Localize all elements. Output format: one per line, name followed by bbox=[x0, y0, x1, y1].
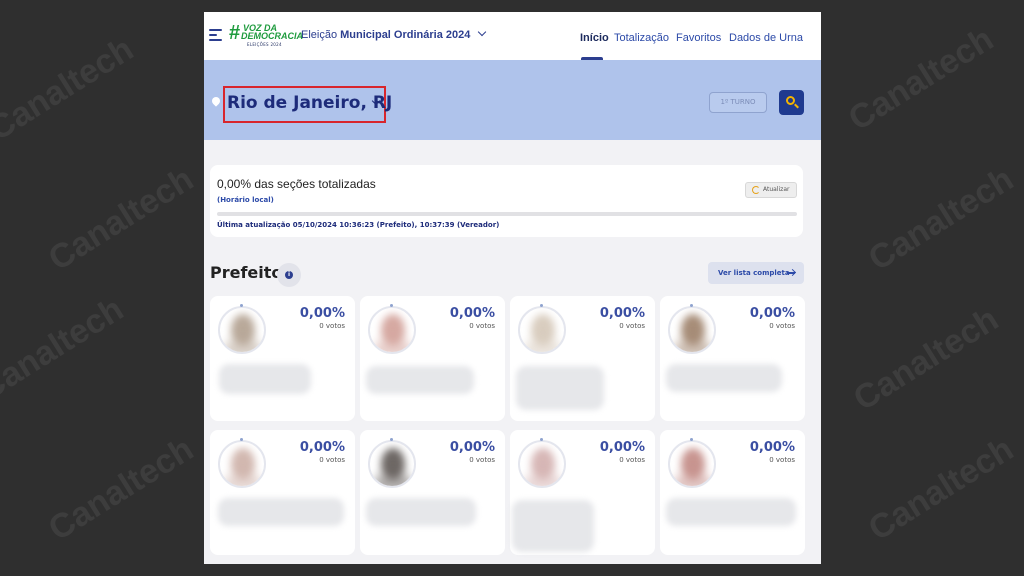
watermark: Canaltech bbox=[42, 429, 200, 549]
election-prefix: Eleição bbox=[301, 29, 338, 41]
candidate-vote-count: 0 votos bbox=[769, 456, 795, 464]
refresh-icon bbox=[752, 186, 760, 194]
totalization-progress-bar bbox=[217, 212, 797, 216]
candidate-vote-percent: 0,00% bbox=[299, 306, 345, 321]
tab-dados-de-urna[interactable]: Dados de Urna bbox=[729, 32, 803, 44]
candidate-card[interactable]: 0,00% 0 votos bbox=[210, 430, 355, 555]
candidate-vote-count: 0 votos bbox=[619, 456, 645, 464]
candidate-photo bbox=[368, 440, 416, 488]
candidate-name-blurred bbox=[512, 500, 594, 552]
candidate-vote-percent: 0,00% bbox=[449, 306, 495, 321]
watermark: Canaltech bbox=[862, 159, 1020, 279]
refresh-button[interactable]: Atualizar bbox=[745, 182, 797, 198]
watermark: Canaltech bbox=[847, 299, 1005, 419]
tab-favoritos[interactable]: Favoritos bbox=[676, 32, 721, 44]
watermark: Canaltech bbox=[862, 429, 1020, 549]
candidate-photo bbox=[368, 306, 416, 354]
local-time-note: (Horário local) bbox=[217, 196, 274, 204]
candidate-card[interactable]: 0,00% 0 votos bbox=[660, 296, 805, 421]
watermark: Canaltech bbox=[42, 159, 200, 279]
candidate-vote-percent: 0,00% bbox=[749, 440, 795, 455]
candidate-vote-count: 0 votos bbox=[469, 322, 495, 330]
candidate-name-blurred bbox=[516, 366, 604, 410]
candidate-vote-count: 0 votos bbox=[769, 322, 795, 330]
candidate-card[interactable]: 0,00% 0 votos bbox=[510, 296, 655, 421]
search-button[interactable] bbox=[779, 90, 804, 115]
candidate-vote-count: 0 votos bbox=[469, 456, 495, 464]
city-selector[interactable]: Rio de Janeiro, RJ bbox=[227, 93, 392, 113]
candidate-name-blurred bbox=[219, 364, 311, 394]
election-app: # VOZ DA DEMOCRACIA ELEIÇÕES 2024 Eleiçã… bbox=[204, 12, 821, 564]
location-pin-icon bbox=[210, 95, 222, 107]
election-selector[interactable]: Eleição Municipal Ordinária 2024 bbox=[301, 27, 487, 41]
candidate-vote-percent: 0,00% bbox=[599, 306, 645, 321]
tab-inicio[interactable]: Início bbox=[580, 32, 609, 44]
watermark: Canaltech bbox=[0, 29, 140, 149]
location-banner: Rio de Janeiro, RJ 1º TURNO bbox=[204, 60, 821, 140]
menu-icon[interactable] bbox=[209, 29, 222, 41]
candidate-photo bbox=[668, 440, 716, 488]
watermark: Canaltech bbox=[0, 289, 130, 409]
candidate-vote-count: 0 votos bbox=[319, 456, 345, 464]
candidate-photo bbox=[518, 306, 566, 354]
candidate-card[interactable]: 0,00% 0 votos bbox=[660, 430, 805, 555]
candidate-vote-percent: 0,00% bbox=[449, 440, 495, 455]
candidate-name-blurred bbox=[666, 364, 782, 392]
last-update-text: Última atualização 05/10/2024 10:36:23 (… bbox=[217, 221, 500, 229]
candidate-name-blurred bbox=[366, 366, 474, 394]
section-title: Prefeito bbox=[210, 263, 283, 282]
candidate-vote-count: 0 votos bbox=[319, 322, 345, 330]
arrow-right-icon bbox=[787, 272, 795, 274]
election-name: Municipal Ordinária 2024 bbox=[340, 29, 471, 41]
totalization-status-card: 0,00% das seções totalizadas (Horário lo… bbox=[210, 165, 803, 237]
voz-da-democracia-logo[interactable]: # VOZ DA DEMOCRACIA ELEIÇÕES 2024 bbox=[229, 23, 303, 49]
candidate-photo bbox=[218, 306, 266, 354]
turno-button[interactable]: 1º TURNO bbox=[709, 92, 767, 113]
candidate-photo bbox=[218, 440, 266, 488]
watermark: Canaltech bbox=[842, 19, 1000, 139]
candidate-photo bbox=[668, 306, 716, 354]
candidate-card[interactable]: 0,00% 0 votos bbox=[360, 296, 505, 421]
info-icon: i bbox=[285, 271, 293, 279]
sections-totalized-text: 0,00% das seções totalizadas bbox=[217, 177, 376, 191]
candidate-vote-count: 0 votos bbox=[619, 322, 645, 330]
chevron-down-icon bbox=[478, 27, 487, 37]
candidate-name-blurred bbox=[366, 498, 476, 526]
candidate-card[interactable]: 0,00% 0 votos bbox=[510, 430, 655, 555]
see-full-list-button[interactable]: Ver lista completa bbox=[708, 262, 804, 284]
candidate-photo bbox=[518, 440, 566, 488]
candidate-name-blurred bbox=[218, 498, 344, 526]
candidate-vote-percent: 0,00% bbox=[299, 440, 345, 455]
candidate-vote-percent: 0,00% bbox=[599, 440, 645, 455]
info-button[interactable]: i bbox=[277, 263, 301, 287]
candidate-card[interactable]: 0,00% 0 votos bbox=[210, 296, 355, 421]
candidate-vote-percent: 0,00% bbox=[749, 306, 795, 321]
candidate-name-blurred bbox=[666, 498, 796, 526]
candidate-card[interactable]: 0,00% 0 votos bbox=[360, 430, 505, 555]
tab-totalizacao[interactable]: Totalização bbox=[614, 32, 669, 44]
top-header: # VOZ DA DEMOCRACIA ELEIÇÕES 2024 Eleiçã… bbox=[204, 12, 821, 60]
